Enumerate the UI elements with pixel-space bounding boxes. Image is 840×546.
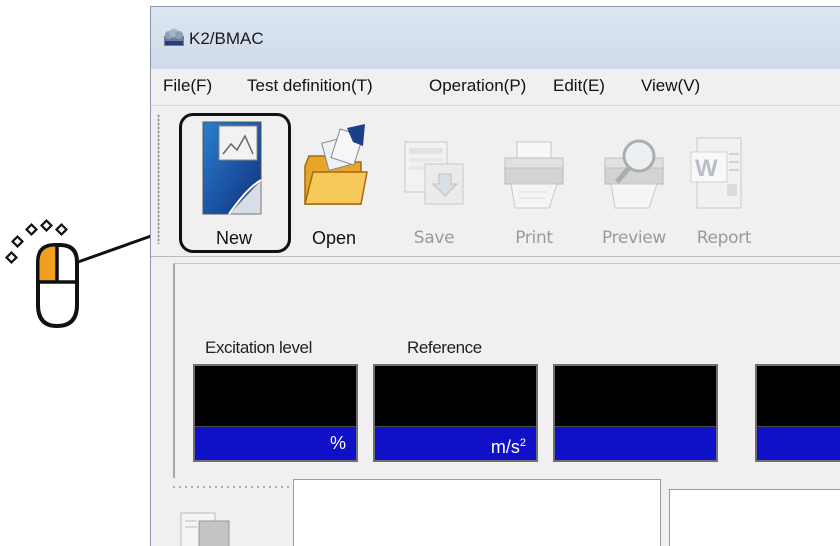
printer-icon	[504, 141, 564, 209]
open-folder-icon	[304, 124, 368, 205]
svg-text:W: W	[695, 155, 718, 182]
print-button-label: Print	[515, 228, 553, 248]
excitation-unit: %	[195, 426, 356, 460]
report-button[interactable]: W Report	[679, 106, 769, 256]
meter-3	[553, 364, 718, 462]
meter-4	[755, 364, 840, 462]
print-preview-icon	[604, 139, 664, 209]
menu-operation[interactable]: Operation(P)	[429, 76, 526, 96]
left-pane[interactable]	[293, 479, 661, 546]
word-report-icon: W	[690, 137, 742, 209]
menu-test-definition[interactable]: Test definition(T)	[247, 76, 373, 96]
reference-label: Reference	[407, 338, 482, 357]
app-window: K2/BMAC File(F) Test definition(T) Opera…	[150, 6, 840, 546]
report-button-label: Report	[696, 228, 752, 248]
toolbar: New Open Save Print Preview W Report	[151, 106, 840, 257]
menu-view[interactable]: View(V)	[641, 76, 700, 96]
excitation-level-label: Excitation level	[205, 338, 312, 357]
menu-bar: File(F) Test definition(T) Operation(P) …	[151, 69, 840, 106]
bottom-toolbar-grip[interactable]	[171, 485, 291, 489]
document-list-icon[interactable]	[179, 499, 239, 546]
window-title: K2/BMAC	[189, 29, 264, 48]
right-pane[interactable]	[669, 489, 840, 546]
print-button[interactable]: Print	[489, 106, 579, 256]
open-button[interactable]: Open	[289, 106, 379, 256]
open-button-label: Open	[311, 228, 357, 248]
excitation-level-meter: %	[193, 364, 358, 462]
save-button-label: Save	[413, 228, 455, 248]
reference-meter: m/s2	[373, 364, 538, 462]
menu-edit[interactable]: Edit(E)	[553, 76, 605, 96]
new-button-highlight	[179, 113, 291, 253]
toolbar-grip[interactable]	[157, 114, 160, 244]
app-icon	[164, 28, 184, 46]
reference-unit: m/s2	[375, 426, 536, 460]
title-bar: K2/BMAC	[151, 7, 840, 69]
preview-button-label: Preview	[601, 228, 667, 248]
save-button[interactable]: Save	[389, 106, 479, 256]
meter-3-unit	[555, 426, 716, 460]
menu-file[interactable]: File(F)	[163, 76, 212, 96]
meter-4-unit	[757, 426, 840, 460]
preview-button[interactable]: Preview	[589, 106, 679, 256]
save-icon	[404, 141, 464, 205]
